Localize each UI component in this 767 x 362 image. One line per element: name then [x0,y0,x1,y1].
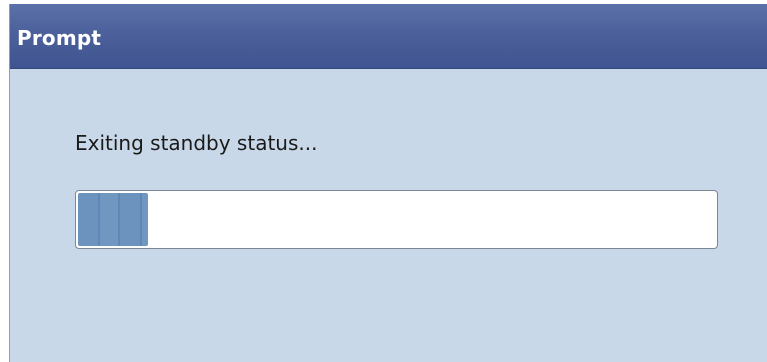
dialog-titlebar: Prompt [10,4,767,69]
prompt-dialog: Prompt Exiting standby status... [9,4,767,362]
progress-bar [75,190,718,249]
progress-fill [78,193,148,246]
status-message: Exiting standby status... [75,131,318,155]
dialog-title: Prompt [17,26,102,50]
